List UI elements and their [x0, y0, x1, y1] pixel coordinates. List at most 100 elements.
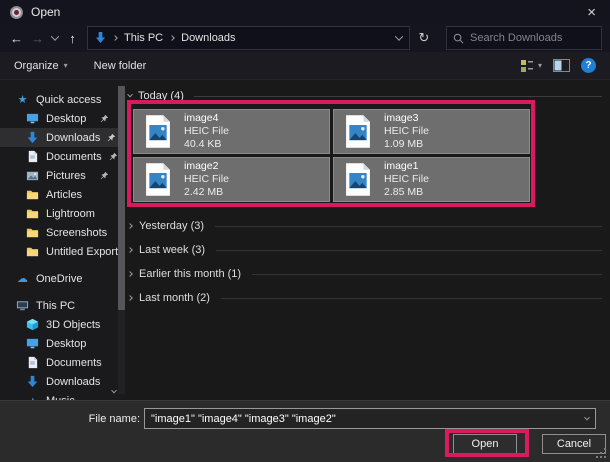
group-label[interactable]: Earlier this month (1) [139, 268, 241, 280]
sidebar-item-onedrive[interactable]: ☁ OneDrive [0, 269, 125, 288]
file-name-input[interactable] [151, 413, 581, 425]
sidebar-item-quick-access[interactable]: ★ Quick access [0, 90, 125, 109]
breadcrumb-this-pc[interactable]: This PC [124, 32, 163, 44]
group-label[interactable]: Today (4) [138, 90, 184, 102]
sidebar-label: Downloads [46, 132, 100, 144]
navigation-bar: ← → ↑ This PC Downloads ↻ [0, 24, 610, 52]
file-tile-image3[interactable]: image3 HEIC File 1.09 MB [333, 109, 530, 154]
sidebar-label: Lightroom [46, 208, 95, 220]
group-header-last-month[interactable]: Last month (2) [128, 286, 602, 310]
sidebar-scrollbar[interactable] [118, 86, 125, 394]
file-name: image3 [384, 112, 429, 125]
group-label[interactable]: Last week (3) [139, 244, 205, 256]
up-icon[interactable]: ↑ [62, 27, 83, 49]
file-name-combobox[interactable] [144, 408, 596, 429]
computer-icon [16, 299, 29, 312]
file-tile-image1[interactable]: image1 HEIC File 2.85 MB [333, 157, 530, 202]
group-collapse-icon[interactable] [127, 92, 133, 98]
address-bar[interactable]: This PC Downloads [87, 26, 410, 50]
history-chevron-icon[interactable] [48, 27, 62, 49]
open-button[interactable]: Open [453, 434, 517, 454]
sidebar-item-pc-documents[interactable]: Documents [0, 353, 125, 372]
resize-grip[interactable] [604, 456, 606, 458]
search-box[interactable] [446, 26, 602, 50]
organize-button[interactable]: Organize ▾ [14, 60, 68, 72]
sidebar-item-lightroom[interactable]: Lightroom [0, 204, 125, 223]
sidebar-item-desktop[interactable]: Desktop [0, 109, 125, 128]
cloud-icon: ☁ [16, 272, 29, 285]
sidebar-item-pc-music[interactable]: ♪ Music [0, 391, 125, 400]
file-tile-image2[interactable]: image2 HEIC File 2.42 MB [133, 157, 330, 202]
dialog-footer: File name: Open Cancel [0, 400, 610, 462]
group-label[interactable]: Last month (2) [139, 292, 210, 304]
breadcrumb-downloads[interactable]: Downloads [181, 32, 235, 44]
sidebar-item-pictures[interactable]: Pictures [0, 166, 125, 185]
sidebar-label: Desktop [46, 338, 86, 350]
group-header-yesterday[interactable]: Yesterday (3) [128, 214, 602, 238]
pin-icon [100, 114, 109, 123]
group-header-last-week[interactable]: Last week (3) [128, 238, 602, 262]
close-icon[interactable]: × [583, 3, 600, 22]
group-label[interactable]: Yesterday (3) [139, 220, 204, 232]
cube-icon [26, 318, 39, 331]
file-size: 40.4 KB [184, 138, 229, 151]
folder-icon [26, 226, 39, 239]
window-title: Open [31, 5, 60, 19]
pin-icon [109, 152, 118, 161]
breadcrumb-chevron-icon [169, 35, 175, 41]
file-name-dropdown-icon[interactable] [584, 414, 590, 420]
group-divider [221, 298, 602, 299]
organize-label: Organize [14, 60, 59, 72]
sidebar-item-downloads[interactable]: Downloads [0, 128, 125, 147]
group-header-earlier-this-month[interactable]: Earlier this month (1) [128, 262, 602, 286]
document-icon [26, 150, 39, 163]
preview-pane-icon[interactable] [553, 59, 570, 72]
search-input[interactable] [470, 32, 595, 44]
group-header-today[interactable]: Today (4) [128, 88, 602, 104]
command-toolbar: Organize ▾ New folder ▾ ? [0, 52, 610, 80]
sidebar-label: Pictures [46, 170, 86, 182]
sidebar-item-this-pc[interactable]: This PC [0, 296, 125, 315]
view-options-button[interactable]: ▾ [520, 59, 542, 73]
group-expand-icon[interactable] [127, 247, 133, 253]
search-icon [453, 33, 464, 44]
toolbar-right-group: ▾ ? [520, 58, 596, 73]
sidebar-item-pc-downloads[interactable]: Downloads [0, 372, 125, 391]
file-size: 2.42 MB [184, 186, 229, 199]
sidebar-label: Documents [46, 357, 102, 369]
sidebar-item-untitled-export[interactable]: Untitled Export [0, 242, 125, 261]
refresh-icon[interactable]: ↻ [410, 26, 438, 50]
document-icon [26, 356, 39, 369]
pin-icon [107, 133, 116, 142]
cancel-button[interactable]: Cancel [542, 434, 606, 454]
group-expand-icon[interactable] [127, 271, 133, 277]
sidebar-item-pc-desktop[interactable]: Desktop [0, 334, 125, 353]
collapsed-groups: Yesterday (3) Last week (3) Earlier this… [125, 214, 610, 310]
sidebar-label: Articles [46, 189, 82, 201]
new-folder-label: New folder [94, 60, 147, 72]
sidebar-item-articles[interactable]: Articles [0, 185, 125, 204]
group-divider [216, 250, 602, 251]
sidebar-item-screenshots[interactable]: Screenshots [0, 223, 125, 242]
sidebar-label: Documents [46, 151, 102, 163]
address-dropdown-icon[interactable] [395, 32, 403, 40]
group-expand-icon[interactable] [127, 295, 133, 301]
sidebar-scrollbar-thumb[interactable] [118, 86, 125, 310]
sidebar-item-documents[interactable]: Documents [0, 147, 125, 166]
back-icon[interactable]: ← [6, 27, 27, 49]
sidebar-item-3d-objects[interactable]: 3D Objects [0, 315, 125, 334]
file-type: HEIC File [184, 173, 229, 186]
heic-file-icon [345, 115, 371, 148]
downloads-folder-icon [95, 32, 106, 44]
forward-icon[interactable]: → [27, 27, 48, 49]
new-folder-button[interactable]: New folder [94, 60, 147, 72]
group-divider [194, 96, 602, 97]
title-bar: Open × [0, 0, 610, 24]
help-icon[interactable]: ? [581, 58, 596, 73]
sidebar-label: 3D Objects [46, 319, 100, 331]
group-expand-icon[interactable] [127, 223, 133, 229]
file-tile-image4[interactable]: image4 HEIC File 40.4 KB [133, 109, 330, 154]
download-arrow-icon [26, 375, 39, 388]
group-divider [252, 274, 602, 275]
sidebar-label: Desktop [46, 113, 86, 125]
